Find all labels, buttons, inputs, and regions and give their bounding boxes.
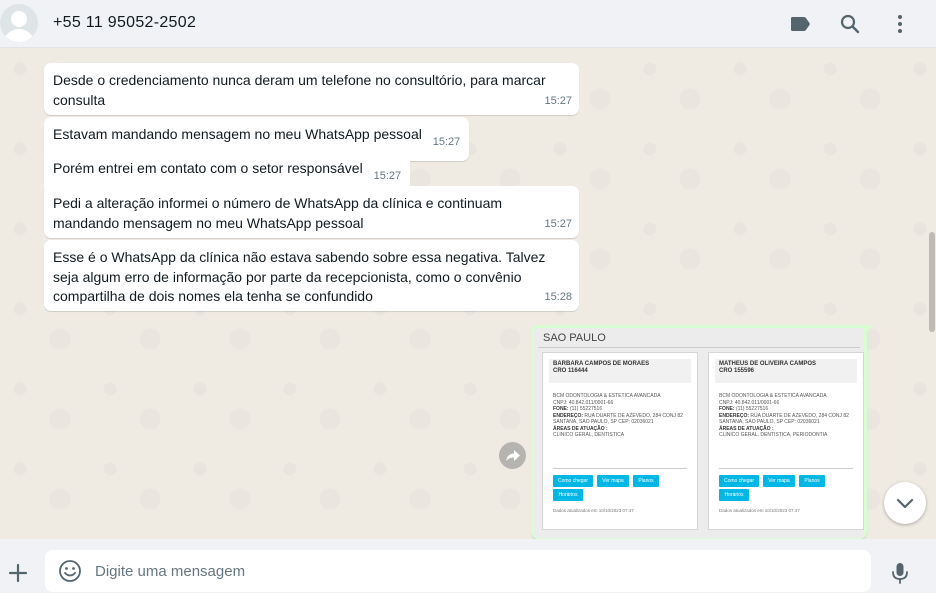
image-city-label: SAO PAULO (543, 332, 606, 344)
chat-header: +55 11 95052-2502 (0, 0, 936, 48)
phone-label: FONE: (553, 406, 569, 412)
message-bubble[interactable]: Pedi a alteração informei o número de Wh… (44, 186, 579, 238)
mic-icon[interactable] (887, 560, 913, 586)
message-text: Pedi a alteração informei o número de Wh… (53, 195, 503, 231)
address-label: ENDEREÇO: (719, 412, 750, 419)
message-text: Esse é o WhatsApp da clínica não estava … (53, 249, 546, 304)
emoji-icon[interactable] (57, 558, 83, 584)
message-text: Estavam mandando mensagem no meu WhatsAp… (53, 126, 422, 142)
contact-name[interactable]: +55 11 95052-2502 (53, 14, 196, 32)
message-time: 15:27 (544, 94, 572, 107)
schedule-button: Horários (719, 489, 749, 501)
message-bubble[interactable]: Desde o credenciamento nunca deram um te… (44, 63, 579, 115)
message-bubble[interactable]: Esse é o WhatsApp da clínica não estava … (44, 240, 579, 311)
view-map-button: Ver mapa (597, 475, 629, 487)
forward-button[interactable] (499, 442, 526, 469)
forward-icon (506, 450, 520, 461)
chevron-down-icon (896, 498, 914, 509)
search-icon[interactable] (838, 12, 862, 36)
phone-label: FONE: (719, 406, 735, 412)
plus-icon[interactable] (5, 560, 31, 586)
message-time: 15:27 (544, 217, 572, 230)
areas-value: CLINICO GERAL, DENTISTICA, PERIODONTIA (719, 432, 828, 438)
dentist-card-header: MATHEUS DE OLIVEIRA CAMPOS CRO 155596 (715, 359, 857, 383)
dentist-name: BARBARA CAMPOS DE MORAES (553, 361, 650, 367)
image-divider (538, 347, 860, 348)
phone-value: (11) 55227516 (569, 406, 603, 412)
dentist-cro: CRO 116444 (553, 368, 588, 374)
updated-date: Dados atualizados em 10/10/2023 07:47 (719, 508, 800, 513)
schedule-button: Horários (553, 489, 583, 501)
view-map-button: Ver mapa (763, 475, 795, 487)
scroll-to-bottom-button[interactable] (884, 482, 926, 524)
dentist-info: BCM ODONTOLOGIA & ESTETICA AVANCADA CNPJ… (719, 393, 855, 439)
card-divider (553, 468, 687, 469)
plans-button: Planos (633, 475, 659, 487)
avatar-body (3, 29, 35, 42)
image-message[interactable]: SAO PAULO BARBARA CAMPOS DE MORAES CRO 1… (531, 325, 867, 539)
menu-icon[interactable] (888, 12, 912, 36)
contact-avatar[interactable] (0, 4, 38, 42)
phone-value: (11) 55227516 (735, 406, 769, 412)
message-input[interactable] (95, 558, 835, 584)
message-time: 15:27 (373, 170, 402, 182)
dentist-card: BARBARA CAMPOS DE MORAES CRO 116444 BCM … (542, 352, 698, 530)
dentist-info: BCM ODONTOLOGIA & ESTETICA AVANCADA CNPJ… (553, 393, 689, 439)
message-text: Desde o credenciamento nunca deram um te… (53, 72, 546, 108)
dentist-card: MATHEUS DE OLIVEIRA CAMPOS CRO 155596 BC… (708, 352, 864, 530)
composer-bar (0, 539, 936, 593)
message-time: 15:27 (432, 136, 461, 148)
updated-date: Dados atualizados em 10/10/2023 07:47 (553, 508, 634, 513)
plans-button: Planos (799, 475, 825, 487)
address-label: ENDEREÇO: (553, 412, 584, 419)
how-to-get-button: Como chegar (719, 475, 759, 487)
dentist-cro: CRO 155596 (719, 368, 755, 374)
chat-area[interactable]: Desde o credenciamento nunca deram um te… (0, 49, 936, 539)
message-input-box[interactable] (45, 550, 871, 592)
chat-scrollbar[interactable] (929, 232, 935, 332)
image-preview[interactable]: SAO PAULO BARBARA CAMPOS DE MORAES CRO 1… (534, 328, 864, 538)
card-divider (719, 468, 853, 469)
areas-value: CLINICO GERAL, DENTISTICA (553, 432, 625, 438)
message-text: Porém entrei em contato com o setor resp… (53, 160, 363, 176)
label-icon[interactable] (788, 12, 812, 36)
dentist-card-header: BARBARA CAMPOS DE MORAES CRO 116444 (549, 359, 691, 383)
avatar-head (11, 11, 27, 27)
message-time: 15:28 (544, 290, 572, 303)
dentist-name: MATHEUS DE OLIVEIRA CAMPOS (719, 361, 817, 367)
how-to-get-button: Como chegar (553, 475, 593, 487)
